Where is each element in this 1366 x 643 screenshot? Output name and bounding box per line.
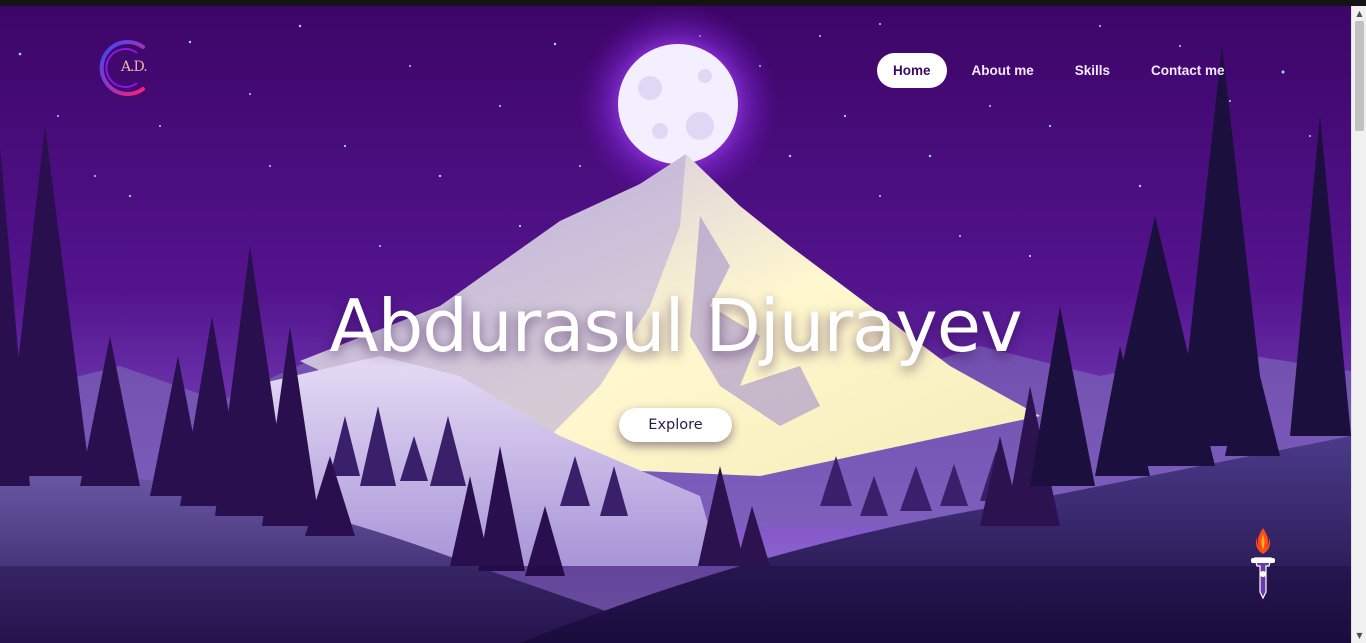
explore-button[interactable]: Explore	[619, 408, 732, 442]
logo-text: A.D.	[121, 59, 148, 75]
scroll-up-arrow-icon[interactable]: ▲	[1352, 6, 1366, 21]
scroll-top-button[interactable]	[1244, 526, 1282, 600]
scroll-down-arrow-icon[interactable]: ▼	[1352, 628, 1366, 643]
rocket-icon	[1251, 528, 1275, 600]
main-navigation: Home About me Skills Contact me	[877, 53, 1250, 88]
hero-title: Abdurasul Djurayev	[329, 284, 1022, 368]
nav-home[interactable]: Home	[877, 53, 947, 88]
nav-skills[interactable]: Skills	[1059, 53, 1126, 88]
nav-about-me[interactable]: About me	[956, 53, 1050, 88]
nav-contact-me[interactable]: Contact me	[1135, 53, 1241, 88]
moon	[618, 44, 738, 164]
scroll-thumb[interactable]	[1355, 21, 1364, 131]
site-logo[interactable]: A.D.	[99, 39, 157, 97]
page-scrollbar[interactable]: ▲ ▼	[1351, 6, 1366, 643]
page-viewport: A.D. Home About me Skills Contact me Abd…	[0, 6, 1351, 643]
